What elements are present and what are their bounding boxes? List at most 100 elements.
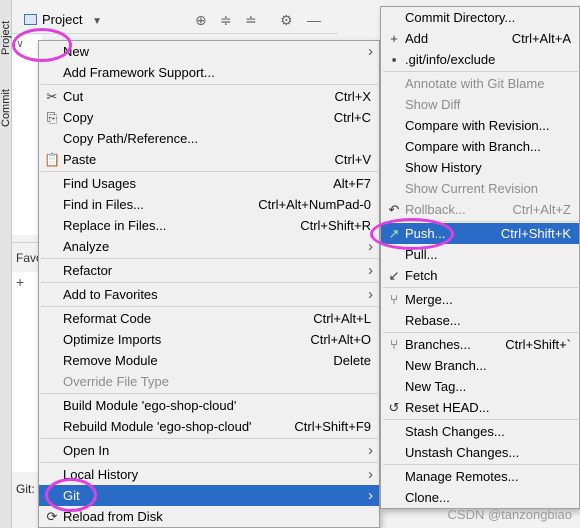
menu-item-rebase[interactable]: Rebase... <box>381 310 579 331</box>
menu-item-find-usages[interactable]: Find Usages Alt+F7 <box>39 173 379 194</box>
git-label: Git: <box>16 482 35 496</box>
menu-item-shortcut: Delete <box>333 353 371 368</box>
locate-icon[interactable]: ⊕ <box>195 12 207 29</box>
menu-item-reload-from-disk[interactable]: ⟳ Reload from Disk <box>39 506 379 527</box>
menu-item-annotate-with-git-blame: Annotate with Git Blame <box>381 73 579 94</box>
expand-all-icon[interactable]: ≑ <box>220 12 232 29</box>
menu-item-shortcut: Ctrl+V <box>334 152 371 167</box>
menu-item-label: Paste <box>63 152 97 167</box>
menu-item-stash-changes[interactable]: Stash Changes... <box>381 421 579 442</box>
menu-item-label: Cut <box>63 89 84 104</box>
menu-item-manage-remotes[interactable]: Manage Remotes... <box>381 466 579 487</box>
menu-item-add-framework-support[interactable]: Add Framework Support... <box>39 62 379 83</box>
menu-item-copy[interactable]: ⎘ Copy Ctrl+C <box>39 107 379 128</box>
menu-item-label: New Tag... <box>405 379 467 394</box>
menu-item-shortcut: Ctrl+Alt+O <box>310 332 371 347</box>
menu-item-rollback: ↶ Rollback... Ctrl+Alt+Z <box>381 199 579 220</box>
menu-separator <box>41 438 378 439</box>
menu-item-fetch[interactable]: ↙ Fetch <box>381 265 579 286</box>
git-info-exclude-icon: ▪ <box>391 52 397 67</box>
menu-item-analyze[interactable]: Analyze › <box>39 236 379 257</box>
menu-item-reset-head[interactable]: ↺ Reset HEAD... <box>381 397 579 418</box>
menu-item-label: Copy Path/Reference... <box>63 131 199 146</box>
menu-item-pull[interactable]: Pull... <box>381 244 579 265</box>
menu-item-label: Show History <box>405 160 482 175</box>
paste-icon: 📋 <box>44 152 61 167</box>
reset-head-icon: ↺ <box>388 400 400 415</box>
menu-item-label: Stash Changes... <box>405 424 505 439</box>
menu-item-cut[interactable]: ✂ Cut Ctrl+X <box>39 86 379 107</box>
menu-separator <box>383 287 578 288</box>
menu-separator <box>383 419 578 420</box>
branches-icon: ⑂ <box>390 337 398 352</box>
menu-item-merge[interactable]: ⑂ Merge... <box>381 289 579 310</box>
menu-item-git[interactable]: Git › <box>39 485 379 506</box>
project-dropdown[interactable]: Project ▼ <box>24 12 102 27</box>
chevron-down-icon: ▼ <box>92 16 102 27</box>
menu-item-add[interactable]: + Add Ctrl+Alt+A <box>381 28 579 49</box>
menu-item-new[interactable]: New › <box>39 41 379 62</box>
project-context-menu: New › Add Framework Support... ✂ Cut Ctrl+X ⎘ C… <box>38 40 380 528</box>
tab-commit[interactable]: Commit <box>0 78 12 138</box>
menu-item-find-in-files[interactable]: Find in Files... Ctrl+Alt+NumPad-0 <box>39 194 379 215</box>
menu-item-shortcut: Ctrl+C <box>333 110 371 125</box>
menu-item-label: Push... <box>405 226 446 241</box>
menu-item-label: Copy <box>63 110 94 125</box>
chevron-down-icon[interactable]: ∨ <box>16 37 24 50</box>
menu-separator <box>41 84 378 85</box>
menu-item-label: Add <box>405 31 429 46</box>
menu-item-replace-in-files[interactable]: Replace in Files... Ctrl+Shift+R <box>39 215 379 236</box>
menu-item-label: Manage Remotes... <box>405 469 519 484</box>
menu-item-commit-directory[interactable]: Commit Directory... <box>381 7 579 28</box>
menu-item-clone[interactable]: Clone... <box>381 487 579 508</box>
tab-project[interactable]: Project <box>0 8 12 68</box>
menu-item-unstash-changes[interactable]: Unstash Changes... <box>381 442 579 463</box>
menu-item-add-to-favorites[interactable]: Add to Favorites › <box>39 284 379 305</box>
menu-item-shortcut: Ctrl+Shift+F9 <box>294 419 371 434</box>
menu-item-compare-with-revision[interactable]: Compare with Revision... <box>381 115 579 136</box>
menu-item-shortcut: Ctrl+Alt+Z <box>512 202 571 217</box>
chevron-right-icon: › <box>368 262 373 279</box>
add-icon[interactable]: + <box>16 274 24 290</box>
menu-separator <box>383 221 578 222</box>
menu-item-refactor[interactable]: Refactor › <box>39 260 379 281</box>
menu-item-shortcut: Ctrl+X <box>334 89 371 104</box>
menu-item-open-in[interactable]: Open In › <box>39 440 379 461</box>
menu-item-compare-with-branch[interactable]: Compare with Branch... <box>381 136 579 157</box>
minimize-icon[interactable]: — <box>307 12 321 28</box>
menu-item-local-history[interactable]: Local History › <box>39 464 379 485</box>
menu-item-shortcut: Ctrl+Alt+A <box>511 31 571 46</box>
menu-item-push[interactable]: ↗ Push... Ctrl+Shift+K <box>381 223 579 244</box>
menu-item-label: Local History <box>63 467 139 482</box>
chevron-right-icon: › <box>368 466 373 483</box>
menu-item-reformat-code[interactable]: Reformat Code Ctrl+Alt+L <box>39 308 379 329</box>
menu-item-copy-path-reference[interactable]: Copy Path/Reference... <box>39 128 379 149</box>
menu-item-label: Commit Directory... <box>405 10 516 25</box>
menu-item-label: Replace in Files... <box>63 218 167 233</box>
menu-separator <box>41 282 378 283</box>
gear-icon[interactable]: ⚙ <box>280 12 293 29</box>
menu-item-label: Branches... <box>405 337 471 352</box>
menu-item-label: Clone... <box>405 490 450 505</box>
menu-item-label: New Branch... <box>405 358 487 373</box>
menu-item-paste[interactable]: 📋 Paste Ctrl+V <box>39 149 379 170</box>
menu-item-new-tag[interactable]: New Tag... <box>381 376 579 397</box>
menu-item-branches[interactable]: ⑂ Branches... Ctrl+Shift+` <box>381 334 579 355</box>
menu-item-git-info-exclude[interactable]: ▪ .git/info/exclude <box>381 49 579 70</box>
menu-item-label: Compare with Branch... <box>405 139 541 154</box>
merge-icon: ⑂ <box>390 292 398 307</box>
menu-item-new-branch[interactable]: New Branch... <box>381 355 579 376</box>
menu-item-label: Show Diff <box>405 97 461 112</box>
menu-item-optimize-imports[interactable]: Optimize Imports Ctrl+Alt+O <box>39 329 379 350</box>
menu-item-label: Compare with Revision... <box>405 118 550 133</box>
menu-item-build-module-ego-shop-cloud[interactable]: Build Module 'ego-shop-cloud' <box>39 395 379 416</box>
collapse-all-icon[interactable]: ≐ <box>245 12 257 29</box>
menu-item-remove-module[interactable]: Remove Module Delete <box>39 350 379 371</box>
menu-item-shortcut: Ctrl+Alt+L <box>313 311 371 326</box>
menu-item-label: Merge... <box>405 292 453 307</box>
menu-item-rebuild-module-ego-shop-cloud[interactable]: Rebuild Module 'ego-shop-cloud' Ctrl+Shif… <box>39 416 379 437</box>
menu-item-label: Override File Type <box>63 374 169 389</box>
project-title: Project <box>42 12 83 27</box>
copy-icon: ⎘ <box>46 110 58 125</box>
menu-item-show-history[interactable]: Show History <box>381 157 579 178</box>
